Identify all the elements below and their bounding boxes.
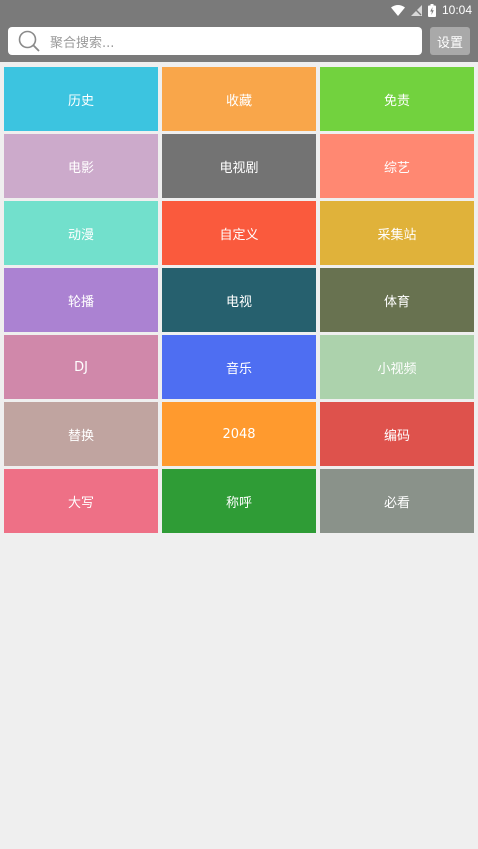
tile-uppercase[interactable]: 大写 xyxy=(4,469,158,533)
tile-tv-series[interactable]: 电视剧 xyxy=(162,134,316,198)
tile-tv[interactable]: 电视 xyxy=(162,268,316,332)
wifi-icon xyxy=(390,4,405,16)
tile-music[interactable]: 音乐 xyxy=(162,335,316,399)
tile-titles[interactable]: 称呼 xyxy=(162,469,316,533)
tile-anime[interactable]: 动漫 xyxy=(4,201,158,265)
tile-2048[interactable]: 2048 xyxy=(162,402,316,466)
settings-button[interactable]: 设置 xyxy=(430,27,470,55)
tile-favorites[interactable]: 收藏 xyxy=(162,67,316,131)
tile-collection-sites[interactable]: 采集站 xyxy=(320,201,474,265)
tile-short-video[interactable]: 小视频 xyxy=(320,335,474,399)
tile-variety[interactable]: 综艺 xyxy=(320,134,474,198)
tile-dj[interactable]: DJ xyxy=(4,335,158,399)
status-bar: 10:04 xyxy=(0,0,478,20)
status-time: 10:04 xyxy=(441,3,472,17)
search-input[interactable]: 聚合搜索... xyxy=(8,27,422,55)
search-icon xyxy=(18,30,40,52)
no-signal-icon xyxy=(410,4,422,16)
tile-replace[interactable]: 替换 xyxy=(4,402,158,466)
tile-history[interactable]: 历史 xyxy=(4,67,158,131)
tile-movies[interactable]: 电影 xyxy=(4,134,158,198)
tile-custom[interactable]: 自定义 xyxy=(162,201,316,265)
battery-charging-icon xyxy=(427,3,436,17)
tile-sports[interactable]: 体育 xyxy=(320,268,474,332)
tile-carousel[interactable]: 轮播 xyxy=(4,268,158,332)
top-bar: 聚合搜索... 设置 xyxy=(0,20,478,62)
tile-encoding[interactable]: 编码 xyxy=(320,402,474,466)
tile-must-watch[interactable]: 必看 xyxy=(320,469,474,533)
category-grid: 历史 收藏 免责 电影 电视剧 综艺 动漫 自定义 采集站 轮播 电视 体育 D… xyxy=(0,67,478,533)
tile-disclaimer[interactable]: 免责 xyxy=(320,67,474,131)
search-placeholder: 聚合搜索... xyxy=(50,35,115,51)
